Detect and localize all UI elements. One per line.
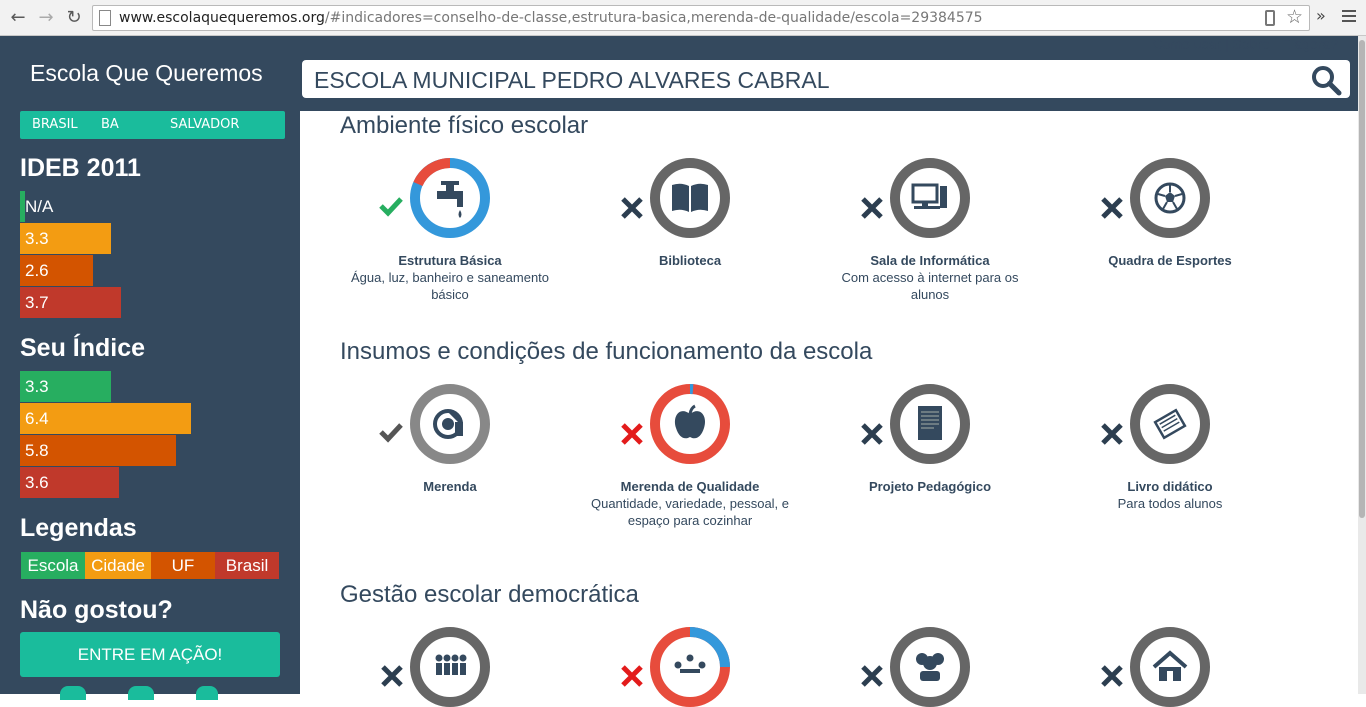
meeting-icon[interactable]	[650, 627, 730, 707]
document-icon[interactable]	[890, 384, 970, 464]
nao-gostou-title: Não gostou?	[20, 596, 173, 624]
legend-escola: Escola	[21, 552, 85, 579]
crumb-ba[interactable]: BA	[101, 117, 119, 132]
legend-cidade: Cidade	[85, 552, 151, 579]
soccer-ball-icon[interactable]	[1130, 158, 1210, 238]
facebook-icon[interactable]	[60, 686, 86, 700]
x-dark-icon	[381, 665, 403, 687]
entre-em-acao-button[interactable]: ENTRE EM AÇÃO!	[20, 632, 280, 677]
search-icon[interactable]	[1310, 64, 1342, 96]
x-dark-icon	[861, 665, 883, 687]
x-dark-icon	[1101, 197, 1123, 219]
crumb-salvador[interactable]: SALVADOR	[170, 117, 239, 132]
ideb-bar-uf: 2.6	[20, 255, 93, 286]
house-icon[interactable]	[1130, 627, 1210, 707]
item-quadra-de-esportes[interactable]: Quadra de Esportes	[1070, 252, 1270, 269]
top-links: Como usar | Sobre | E agora?	[1152, 36, 1339, 52]
url-text: www.escolaquequeremos.org/#indicadores=c…	[119, 10, 983, 26]
item-biblioteca[interactable]: Biblioteca	[590, 252, 790, 269]
breadcrumb: BRASIL BA SALVADOR	[20, 111, 285, 139]
ideb-bar-cidade: 3.3	[20, 223, 111, 254]
page-icon	[99, 10, 111, 26]
browser-toolbar: ← → ↻ www.escolaquequeremos.org/#indicad…	[0, 0, 1366, 36]
plate-icon[interactable]	[410, 384, 490, 464]
item-sala-de-informatica[interactable]: Sala de Informática Com acesso à interne…	[830, 252, 1030, 303]
address-bar[interactable]: www.escolaquequeremos.org/#indicadores=c…	[92, 5, 1310, 31]
item-projeto-pedagogico[interactable]: Projeto Pedagógico	[830, 478, 1030, 495]
school-search-input[interactable]: ESCOLA MUNICIPAL PEDRO ALVARES CABRAL	[302, 60, 1350, 98]
x-dark-icon	[1101, 423, 1123, 445]
bookmark-star-icon[interactable]: ☆	[1286, 6, 1303, 28]
x-dark-icon	[861, 197, 883, 219]
x-red-icon	[621, 665, 643, 687]
e-agora-link[interactable]: E agora?	[1281, 36, 1338, 52]
textbook-icon[interactable]	[1130, 384, 1210, 464]
indice-bar-uf: 5.8	[20, 435, 176, 466]
section-title-ambiente: Ambiente físico escolar	[340, 112, 589, 139]
back-icon[interactable]: ←	[6, 6, 30, 30]
indice-bar-brasil: 3.6	[20, 467, 119, 498]
extensions-overflow-button[interactable]: »	[1316, 6, 1326, 25]
item-estrutura-basica[interactable]: Estrutura Básica Água, luz, banheiro e s…	[350, 252, 550, 303]
item-livro-didatico[interactable]: Livro didático Para todos alunos	[1070, 478, 1270, 512]
book-icon[interactable]	[650, 158, 730, 238]
indice-bar-cidade: 6.4	[20, 403, 191, 434]
apple-icon[interactable]	[650, 384, 730, 464]
indice-bar-escola: 3.3	[20, 371, 111, 402]
group-icon[interactable]	[410, 627, 490, 707]
check-green-icon	[379, 197, 403, 217]
legend-title: Legendas	[20, 514, 137, 542]
x-dark-icon	[1101, 665, 1123, 687]
twitter-icon[interactable]	[128, 686, 154, 700]
people-icon[interactable]	[890, 627, 970, 707]
item-merenda[interactable]: Merenda	[350, 478, 550, 495]
site-title[interactable]: Escola Que Queremos	[30, 60, 263, 87]
sidebar: Escola Que Queremos BRASIL BA SALVADOR I…	[0, 36, 300, 700]
ideb-bar-brasil: 3.7	[20, 287, 121, 318]
crumb-brasil[interactable]: BRASIL	[32, 117, 78, 132]
forward-icon[interactable]: →	[34, 6, 58, 30]
section-title-insumos: Insumos e condições de funcionamento da …	[340, 338, 873, 365]
item-merenda-de-qualidade[interactable]: Merenda de Qualidade Quantidade, varieda…	[590, 478, 790, 529]
x-dark-icon	[861, 423, 883, 445]
extension-icon[interactable]	[1265, 10, 1275, 26]
section-title-gestao: Gestão escolar democrática	[340, 581, 639, 608]
faucet-icon[interactable]	[410, 158, 490, 238]
ideb-bar-escola: N/A	[20, 191, 53, 222]
scrollbar-thumb[interactable]	[1359, 40, 1365, 518]
x-dark-icon	[621, 197, 643, 219]
indice-title: Seu Índice	[20, 334, 146, 362]
legend-uf: UF	[151, 552, 215, 579]
legend-brasil: Brasil	[215, 552, 279, 579]
como-usar-link[interactable]: Como usar	[1153, 36, 1221, 52]
computer-icon[interactable]	[890, 158, 970, 238]
share-icon[interactable]	[196, 686, 218, 700]
school-name: ESCOLA MUNICIPAL PEDRO ALVARES CABRAL	[314, 67, 830, 93]
sobre-link[interactable]: Sobre	[1232, 36, 1269, 52]
x-red-icon	[621, 423, 643, 445]
check-gray-icon	[379, 423, 403, 443]
ideb-title: IDEB 2011	[20, 154, 141, 182]
browser-menu-icon[interactable]	[1342, 10, 1356, 22]
reload-icon[interactable]: ↻	[62, 6, 86, 30]
